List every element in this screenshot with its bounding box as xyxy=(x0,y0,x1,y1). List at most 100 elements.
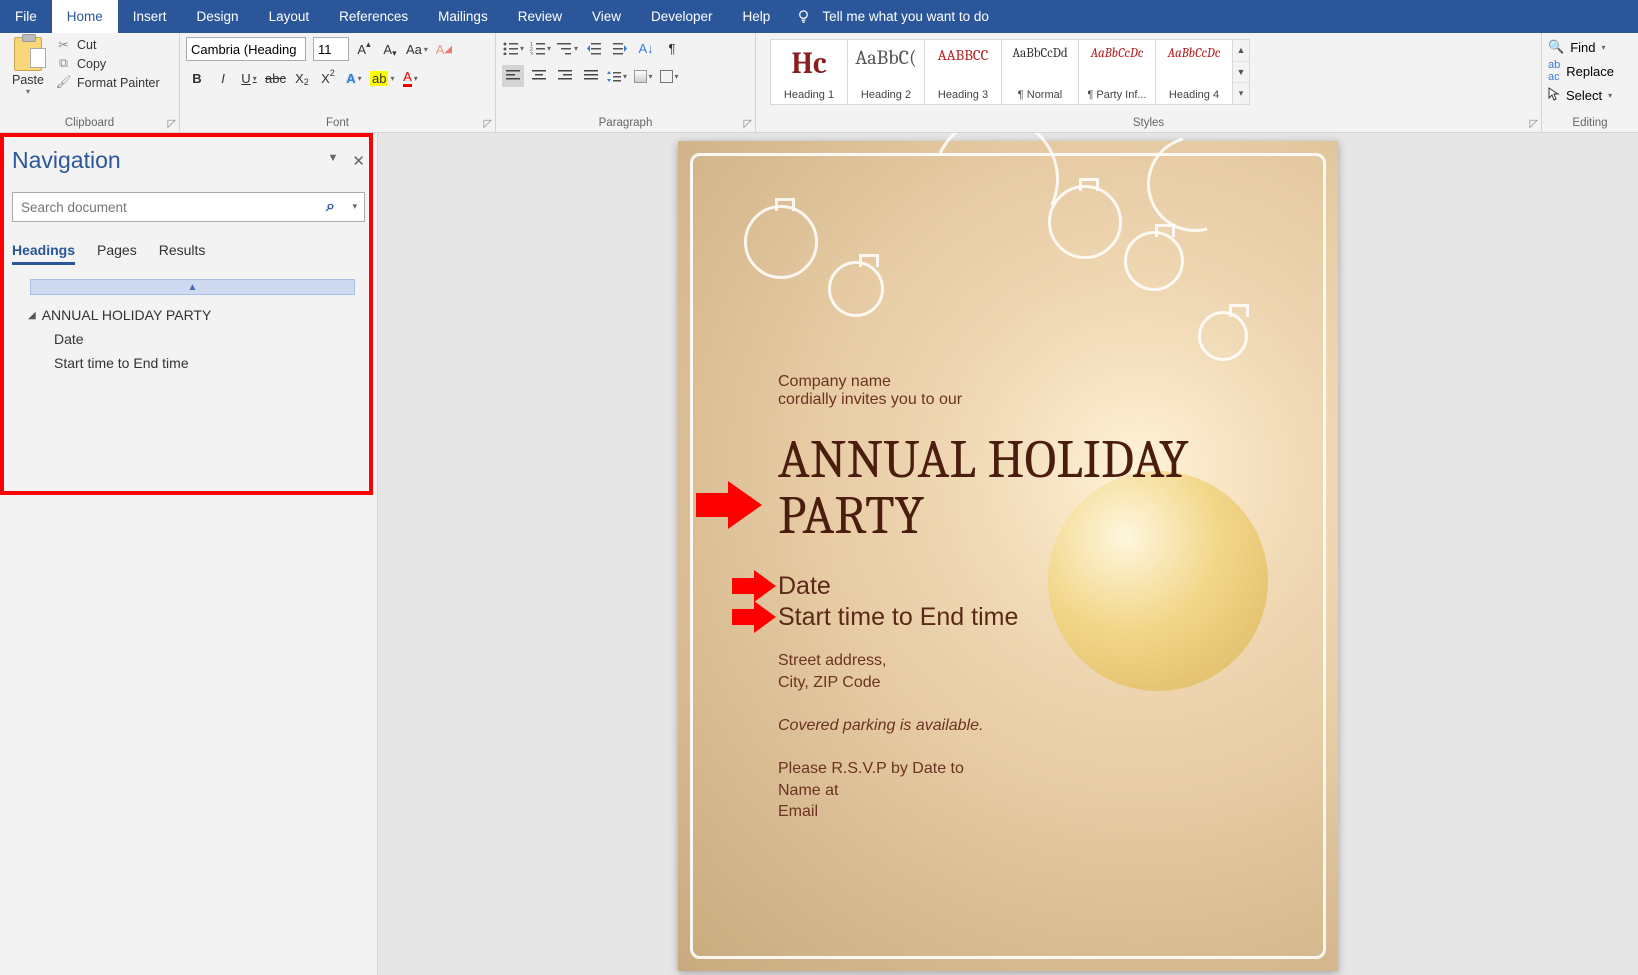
superscript-button[interactable]: X2 xyxy=(317,67,339,89)
document-content[interactable]: Company name cordially invites you to ou… xyxy=(778,373,1338,823)
bullets-button[interactable]: ▾ xyxy=(502,37,525,59)
font-size-combo[interactable] xyxy=(313,37,349,61)
font-name-combo[interactable] xyxy=(186,37,306,61)
cut-label: Cut xyxy=(77,38,96,52)
subscript-button[interactable]: X2 xyxy=(291,67,313,89)
numbering-button[interactable]: 123▾ xyxy=(529,37,552,59)
grow-font-button[interactable]: A▴ xyxy=(353,38,375,60)
copy-button[interactable]: ⧉ Copy xyxy=(56,56,160,71)
style-tile[interactable]: AaBbCcDcHeading 4 xyxy=(1155,39,1233,105)
tab-references[interactable]: References xyxy=(324,0,423,33)
group-clipboard: Paste ▾ ✂ Cut ⧉ Copy 🖌 Format Painter Cl xyxy=(0,33,180,132)
tab-design[interactable]: Design xyxy=(182,0,254,33)
doc-company-name[interactable]: Company name xyxy=(778,373,1338,391)
style-tile[interactable]: AaBbCcDc¶ Party Inf... xyxy=(1078,39,1156,105)
nav-heading-child[interactable]: Date xyxy=(12,327,365,351)
replace-button[interactable]: abac Replace xyxy=(1548,59,1614,83)
shading-button[interactable]: ▾ xyxy=(632,65,654,87)
align-left-button[interactable] xyxy=(502,65,524,87)
annotation-arrow xyxy=(732,601,782,633)
doc-rsvp-line[interactable]: Email xyxy=(778,801,1338,823)
scissors-icon: ✂ xyxy=(56,37,71,52)
strikethrough-button[interactable]: abc xyxy=(264,67,287,89)
show-marks-button[interactable]: ¶ xyxy=(661,37,683,59)
styles-launcher[interactable]: ◸ xyxy=(1530,117,1538,130)
document-canvas[interactable]: Company name cordially invites you to ou… xyxy=(378,133,1638,975)
tab-layout[interactable]: Layout xyxy=(254,0,325,33)
increase-indent-button[interactable] xyxy=(609,37,631,59)
tab-insert[interactable]: Insert xyxy=(118,0,182,33)
clear-formatting-button[interactable]: A◢ xyxy=(433,38,455,60)
navigation-close-icon[interactable]: ✕ xyxy=(352,152,365,170)
styles-scroll: ▲▼▾ xyxy=(1232,39,1250,105)
document-page[interactable]: Company name cordially invites you to ou… xyxy=(678,141,1338,971)
justify-button[interactable] xyxy=(580,65,602,87)
styles-down-button[interactable]: ▼ xyxy=(1233,62,1249,84)
tab-view[interactable]: View xyxy=(577,0,636,33)
tab-review[interactable]: Review xyxy=(503,0,577,33)
style-tile[interactable]: AABBCCHeading 3 xyxy=(924,39,1002,105)
lightbulb-icon xyxy=(795,8,812,25)
cut-button[interactable]: ✂ Cut xyxy=(56,37,160,52)
shrink-font-button[interactable]: A▾ xyxy=(379,38,401,60)
paste-button[interactable]: Paste ▾ xyxy=(6,37,50,96)
ornament-icon xyxy=(1048,185,1122,259)
doc-heading2-date[interactable]: Date xyxy=(778,572,1338,601)
style-tile[interactable]: AaBbC(Heading 2 xyxy=(847,39,925,105)
ornament-icon xyxy=(828,261,884,317)
find-button[interactable]: 🔍 Find ▾ xyxy=(1548,39,1614,55)
nav-tab-results[interactable]: Results xyxy=(159,242,206,265)
doc-parking-line[interactable]: Covered parking is available. xyxy=(778,715,1338,737)
align-center-button[interactable] xyxy=(528,65,550,87)
ribbon: Paste ▾ ✂ Cut ⧉ Copy 🖌 Format Painter Cl xyxy=(0,33,1638,133)
tab-developer[interactable]: Developer xyxy=(636,0,728,33)
styles-up-button[interactable]: ▲ xyxy=(1233,40,1249,62)
style-sample: AaBbCcDc xyxy=(1091,46,1144,61)
line-spacing-button[interactable]: ▾ xyxy=(606,65,628,87)
clipboard-launcher[interactable]: ◸ xyxy=(168,117,176,130)
doc-address-line[interactable]: City, ZIP Code xyxy=(778,672,1338,694)
tab-mailings[interactable]: Mailings xyxy=(423,0,503,33)
doc-heading2-time[interactable]: Start time to End time xyxy=(778,603,1338,632)
tab-help[interactable]: Help xyxy=(728,0,786,33)
nav-tab-headings[interactable]: Headings xyxy=(12,242,75,265)
decrease-indent-button[interactable] xyxy=(583,37,605,59)
style-name: Heading 1 xyxy=(784,89,834,101)
group-paragraph: ▾ 123▾ ▾ A↓ ¶ xyxy=(496,33,756,132)
align-right-button[interactable] xyxy=(554,65,576,87)
paragraph-launcher[interactable]: ◸ xyxy=(744,117,752,130)
tell-me[interactable]: Tell me what you want to do xyxy=(795,0,989,33)
nav-tab-pages[interactable]: Pages xyxy=(97,242,137,265)
doc-invite-line[interactable]: cordially invites you to our xyxy=(778,391,1338,409)
doc-heading1[interactable]: ANNUAL HOLIDAY PARTY xyxy=(778,433,1338,544)
tab-home[interactable]: Home xyxy=(52,0,118,33)
search-options-dropdown[interactable]: ▾ xyxy=(352,201,357,212)
doc-address-line[interactable]: Street address, xyxy=(778,650,1338,672)
font-launcher[interactable]: ◸ xyxy=(484,117,492,130)
nav-heading-root[interactable]: ◢ ANNUAL HOLIDAY PARTY xyxy=(12,303,365,327)
bold-button[interactable]: B xyxy=(186,67,208,89)
navigation-title: Navigation xyxy=(12,147,121,174)
tab-file[interactable]: File xyxy=(0,0,52,33)
text-effects-button[interactable]: A▾ xyxy=(343,67,365,89)
borders-button[interactable]: ▾ xyxy=(658,65,680,87)
style-tile[interactable]: HcHeading 1 xyxy=(770,39,848,105)
change-case-button[interactable]: Aa▾ xyxy=(405,38,429,60)
select-button[interactable]: Select ▾ xyxy=(1548,87,1614,104)
italic-button[interactable]: I xyxy=(212,67,234,89)
doc-rsvp-line[interactable]: Name at xyxy=(778,780,1338,802)
nav-heading-child[interactable]: Start time to End time xyxy=(12,351,365,375)
navigation-dropdown-icon[interactable]: ▼ xyxy=(328,152,339,170)
doc-rsvp-line[interactable]: Please R.S.V.P by Date to xyxy=(778,758,1338,780)
style-tile[interactable]: AaBbCcDd¶ Normal xyxy=(1001,39,1079,105)
navigation-collapse-bar[interactable]: ▲ xyxy=(30,279,355,295)
search-icon[interactable]: ⌕ xyxy=(326,198,335,216)
format-painter-button[interactable]: 🖌 Format Painter xyxy=(56,75,160,90)
font-color-button[interactable]: A▾ xyxy=(399,67,421,89)
search-input[interactable] xyxy=(12,192,365,222)
underline-button[interactable]: U▾ xyxy=(238,67,260,89)
sort-button[interactable]: A↓ xyxy=(635,37,657,59)
highlight-button[interactable]: ab▾ xyxy=(369,67,395,89)
styles-more-button[interactable]: ▾ xyxy=(1233,83,1249,104)
multilevel-list-button[interactable]: ▾ xyxy=(556,37,579,59)
